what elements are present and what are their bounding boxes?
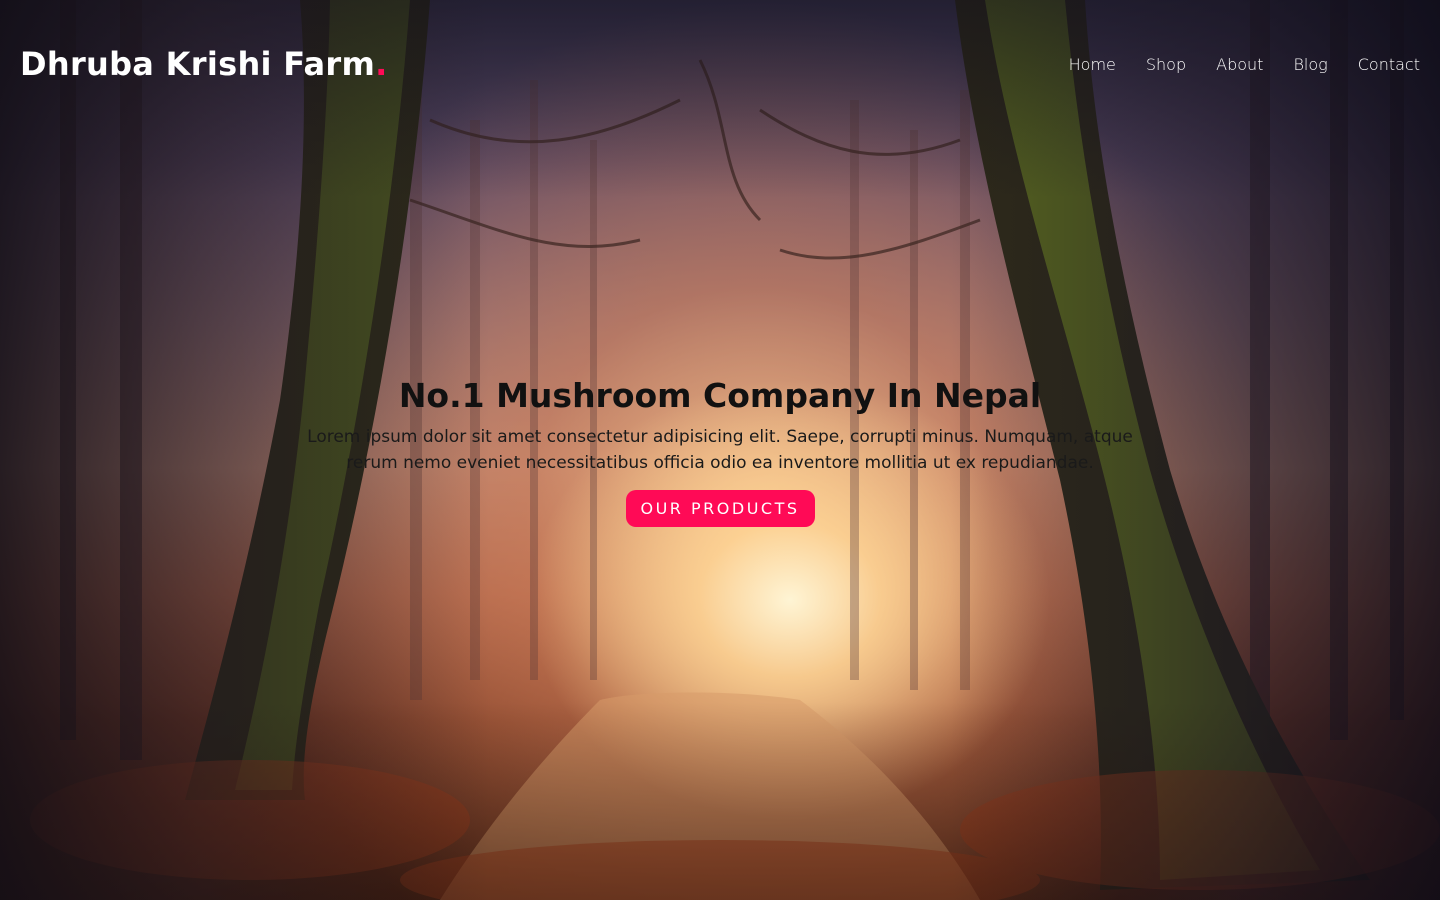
- nav-item-home: Home: [1069, 55, 1116, 74]
- hero-section: No.1 Mushroom Company In Nepal Lorem ips…: [0, 372, 1440, 527]
- nav-link-contact[interactable]: Contact: [1358, 55, 1420, 74]
- nav-item-contact: Contact: [1358, 55, 1420, 74]
- hero-description: Lorem ipsum dolor sit amet consectetur a…: [307, 427, 1133, 473]
- nav-item-about: About: [1216, 55, 1263, 74]
- nav-link-shop[interactable]: Shop: [1146, 55, 1186, 74]
- nav-item-blog: Blog: [1293, 55, 1327, 74]
- our-products-button[interactable]: OUR PRODUCTS: [625, 490, 815, 527]
- nav-link-blog[interactable]: Blog: [1293, 55, 1327, 74]
- hero-title: No.1 Mushroom Company In Nepal: [398, 376, 1042, 415]
- nav-menu: Home Shop About Blog Contact: [1069, 55, 1420, 74]
- navbar: Dhruba Krishi Farm. Home Shop About Blog…: [0, 0, 1440, 128]
- nav-item-shop: Shop: [1146, 55, 1186, 74]
- nav-link-about[interactable]: About: [1216, 55, 1263, 74]
- brand-name: Dhruba Krishi Farm: [20, 45, 376, 83]
- brand-logo[interactable]: Dhruba Krishi Farm.: [20, 45, 388, 83]
- nav-link-home[interactable]: Home: [1069, 55, 1116, 74]
- brand-accent-dot: .: [375, 45, 388, 83]
